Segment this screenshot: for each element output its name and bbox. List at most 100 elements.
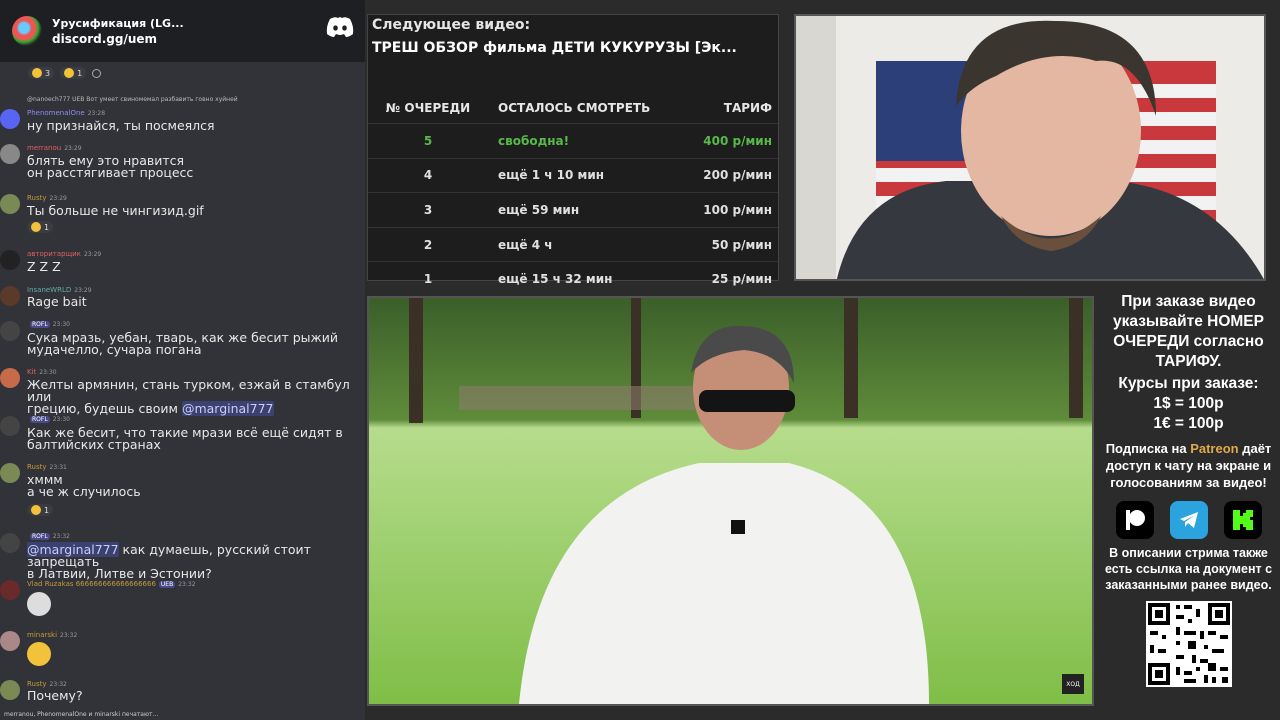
queue-row: 4 ещё 1 ч 10 мин 200 р/мин: [368, 157, 778, 193]
timestamp: 23:30: [39, 368, 57, 376]
discord-chat-panel: Урусификация (LG... discord.gg/uem 3 1 @…: [0, 0, 365, 720]
username[interactable]: Rusty: [27, 463, 47, 471]
avatar: [0, 680, 20, 700]
username[interactable]: InsaneWRLD: [27, 286, 71, 294]
reaction-pill[interactable]: 1: [60, 67, 87, 79]
webcam-image: [796, 16, 1264, 279]
reaction-pill[interactable]: 1: [27, 221, 54, 233]
username[interactable]: minarski: [27, 631, 57, 639]
avatar: [0, 194, 20, 214]
avatar: [0, 631, 20, 651]
typing-indicator: merranou, PhenomenalOne и minarski печат…: [4, 711, 159, 718]
server-icon: [12, 16, 42, 46]
reaction-bar: 3 1: [0, 62, 365, 84]
queue-table: № ОЧЕРЕДИ ОСТАЛОСЬ СМОТРЕТЬ ТАРИФ 5 своб…: [368, 93, 778, 296]
rate-eur: 1€ = 100р: [1153, 415, 1224, 432]
stream-layout: Урусификация (LG... discord.gg/uem 3 1 @…: [0, 0, 1280, 720]
username[interactable]: PhenomenalOne: [27, 109, 85, 117]
timestamp: 23:29: [83, 250, 102, 258]
video-queue-panel: Следующее видео: ТРЕШ ОБЗОР фильма ДЕТИ …: [367, 14, 779, 286]
message-text: Z Z Z: [27, 259, 61, 274]
queue-table-header: № ОЧЕРЕДИ ОСТАЛОСЬ СМОТРЕТЬ ТАРИФ: [368, 93, 778, 123]
message-text: Rage bait: [27, 294, 87, 309]
role-badge: ROFL: [30, 416, 50, 423]
rates-title: Курсы при заказе:: [1118, 375, 1259, 392]
webcam-feed: [794, 14, 1266, 281]
role-badge: ROFL: [30, 321, 50, 328]
rate-usd: 1$ = 100р: [1153, 395, 1224, 412]
server-name: Урусификация (LG...: [52, 16, 184, 30]
timestamp: 23:30: [52, 321, 70, 328]
username[interactable]: merranou: [27, 144, 61, 152]
reaction-pill[interactable]: 3: [28, 67, 55, 79]
message-text: Почему?: [27, 688, 83, 703]
header-queue-number: № ОЧЕРЕДИ: [385, 101, 471, 115]
header-rate: ТАРИФ: [723, 101, 772, 115]
emoji-icon: [64, 68, 75, 78]
avatar: [0, 463, 20, 483]
timestamp: 23:29: [64, 144, 82, 152]
exchange-rates: Курсы при заказе: 1$ = 100р 1€ = 100р: [1097, 374, 1280, 434]
message-text: блять ему это нравится он расстягивает пр…: [27, 153, 194, 180]
queue-row: 3 ещё 59 мин 100 р/мин: [368, 192, 778, 227]
next-video-label: Следующее видео:: [372, 17, 531, 33]
invite-link[interactable]: discord.gg/uem: [52, 32, 184, 46]
chat-header: Урусификация (LG... discord.gg/uem: [0, 0, 365, 62]
role-badge: ROFL: [30, 533, 50, 540]
emoji-message: [27, 642, 51, 666]
reaction-pill[interactable]: 1: [27, 504, 54, 516]
username[interactable]: Vlad Ruzakas 666666666666666666: [27, 580, 156, 588]
user-mention[interactable]: @marginal777: [181, 401, 274, 416]
telegram-icon[interactable]: [1169, 501, 1208, 539]
channel-watermark: ХОД: [1062, 674, 1084, 694]
username[interactable]: Rusty: [27, 194, 47, 202]
avatar: [0, 144, 20, 164]
timestamp: 23:28: [87, 109, 106, 117]
timestamp: 23:32: [49, 680, 67, 688]
avatar: [0, 533, 20, 553]
main-video-player[interactable]: ХОД: [367, 296, 1094, 706]
discord-logo-icon: [326, 17, 354, 37]
order-instructions: При заказе видео указывайте НОМЕР ОЧЕРЕД…: [1113, 293, 1264, 370]
message-text: @marginal777 как думаешь, русский стоит …: [27, 542, 311, 581]
avatar: [0, 580, 20, 600]
social-links: [1097, 501, 1280, 539]
emoji-icon: [32, 68, 42, 78]
next-video-title: ТРЕШ ОБЗОР фильма ДЕТИ КУКУРУЗЫ [Эк...: [372, 40, 737, 56]
patreon-info: Подписка на Patreon даёт доступ к чату н…: [1105, 441, 1272, 490]
username[interactable]: Kit: [27, 368, 36, 376]
message-text: Сука мразь, уебан, тварь, как же бесит р…: [27, 330, 339, 357]
queue-row: 2 ещё 4 ч 50 р/мин: [368, 226, 778, 262]
message-text: Ты больше не чингизид.gif: [27, 203, 204, 218]
timestamp: 23:32: [178, 580, 196, 588]
message-text: Желты армянин, стань турком, езжай в ста…: [27, 377, 350, 416]
avatar: [0, 321, 20, 341]
patreon-link[interactable]: Patreon: [1190, 441, 1238, 456]
avatar: [0, 250, 20, 270]
timestamp: 23:29: [74, 286, 92, 294]
timestamp: 23:32: [52, 533, 70, 540]
emoji-icon: [31, 222, 41, 232]
message-text: Как же бесит, что такие мрази всё ещё си…: [27, 425, 343, 452]
patreon-icon[interactable]: [1115, 501, 1154, 539]
timestamp: 23:32: [60, 631, 78, 639]
qr-code[interactable]: [1145, 601, 1232, 687]
emoji-message: [27, 592, 51, 616]
timestamp: 23:29: [49, 194, 67, 202]
emoji-icon: [31, 505, 41, 515]
queue-row: 1 ещё 15 ч 32 мин 25 р/мин: [368, 261, 778, 296]
timestamp: 23:30: [52, 416, 70, 423]
video-frame: [369, 298, 1092, 704]
kick-icon[interactable]: [1223, 501, 1262, 539]
info-panel: При заказе видео указывайте НОМЕР ОЧЕРЕД…: [1097, 290, 1280, 720]
avatar: [0, 109, 20, 129]
reply-preview[interactable]: @nanoech777 UEB Вот умеет свиномемал раз…: [27, 96, 238, 103]
username[interactable]: Rusty: [27, 680, 47, 688]
timestamp: 23:31: [49, 463, 67, 471]
message-text: ну признайся, ты посмеялся: [27, 118, 215, 133]
header-remaining: ОСТАЛОСЬ СМОТРЕТЬ: [498, 101, 651, 115]
role-badge: UEB: [158, 580, 176, 588]
avatar: [0, 416, 20, 436]
add-reaction-icon[interactable]: [92, 68, 102, 78]
username[interactable]: авторитарщик: [27, 250, 81, 258]
